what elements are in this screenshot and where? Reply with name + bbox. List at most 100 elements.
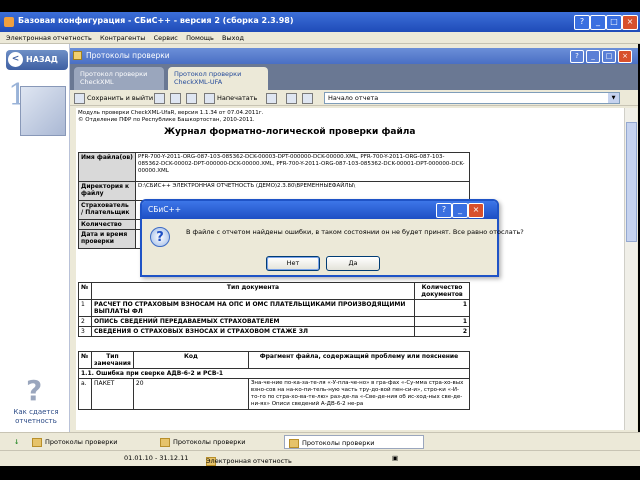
column-header: Тип документа	[91, 282, 415, 300]
question-icon: ?	[150, 227, 170, 247]
main-title-bar[interactable]: Базовая конфигурация - СБиС++ - версия 2…	[0, 12, 640, 32]
info-value: D:\СБИС++ ЭЛЕКТРОННАЯ ОТЧЕТНОСТЬ (ДЕМО)2…	[135, 181, 470, 201]
status-period: 01.01.10 - 31.12.11	[124, 454, 189, 462]
table-row: 3 СВЕДЕНИЯ О СТРАХОВЫХ ВЗНОСАХ И СТРАХОВ…	[78, 326, 470, 337]
export-button[interactable]	[170, 92, 183, 104]
table-row: Имя файла(ов) PFR-700-Y-2011-ORG-087-103…	[78, 152, 470, 182]
help-link[interactable]: Как сдается отчетность	[6, 408, 66, 426]
vertical-scrollbar[interactable]	[624, 108, 637, 430]
protocols-title: Протоколы проверки	[86, 51, 170, 60]
tab-label: CheckXML	[80, 78, 114, 86]
close-button[interactable]: ×	[622, 15, 638, 30]
yes-button[interactable]: Да	[326, 256, 380, 271]
section-select-value: Начало отчета	[328, 94, 379, 102]
inner-maximize-button[interactable]: □	[602, 50, 616, 63]
preview-icon	[266, 92, 277, 104]
status-section-label: Электронная отчетность	[206, 457, 292, 465]
row-number: 1	[78, 299, 92, 317]
window-tab[interactable]: Протоколы проверки	[156, 435, 249, 449]
app-icon	[4, 17, 14, 27]
help-question-icon[interactable]: ?	[26, 374, 42, 407]
download-icon[interactable]: ↓	[10, 435, 23, 449]
column-header: Количество документов	[414, 282, 470, 300]
inner-close-button[interactable]: ×	[618, 50, 632, 63]
dialog-close-button[interactable]: ×	[468, 203, 484, 218]
back-button[interactable]: < НАЗАД	[6, 50, 68, 70]
menu-item-exit[interactable]: Выход	[222, 32, 244, 44]
window-title: Базовая конфигурация - СБиС++ - версия 2…	[18, 16, 294, 25]
pdf-button[interactable]	[186, 92, 199, 104]
tab-label: Протокол проверки	[80, 70, 148, 78]
row-number: a.	[78, 378, 92, 410]
dialog-help-button[interactable]: ?	[436, 203, 452, 218]
save-exit-button[interactable]: Сохранить и выйти	[74, 92, 153, 104]
scrollbar-thumb[interactable]	[626, 122, 637, 242]
column-header: №	[78, 351, 92, 369]
tab-checkxml-ufa[interactable]: Протокол проверки CheckXML-UFA	[168, 67, 268, 90]
menu-item-help[interactable]: Помощь	[186, 32, 214, 44]
document-count: 1	[414, 316, 470, 327]
table-row: Директория к файлу D:\СБИС++ ЭЛЕКТРОННАЯ…	[78, 181, 470, 201]
arrow-left-icon: <	[8, 52, 23, 67]
zoom-button[interactable]	[302, 92, 315, 104]
window-tab-active[interactable]: Протоколы проверки	[284, 435, 424, 449]
tab-label: CheckXML-UFA	[174, 78, 223, 86]
window-tab[interactable]: Протоколы проверки	[28, 435, 121, 449]
confirm-dialog: СБиС++ ? _ × ? В файле с отчетом найдены…	[140, 199, 524, 277]
row-number: 2	[78, 316, 92, 327]
folder-icon	[160, 437, 170, 447]
document-type: ОПИСЬ СВЕДЕНИЙ ПЕРЕДАВАЕМЫХ СТРАХОВАТЕЛЕ…	[91, 316, 415, 327]
print-button[interactable]: Напечатать	[204, 92, 257, 104]
minimize-button[interactable]: _	[590, 15, 606, 30]
inner-help-button[interactable]: ?	[570, 50, 584, 63]
dialog-title: СБиС++	[148, 205, 182, 214]
remark-type: ПАКЕТ	[91, 378, 134, 410]
errors-table: № Тип замечания Код Фрагмент файла, соде…	[78, 351, 471, 410]
document-count: 1	[414, 299, 470, 317]
info-key: Имя файла(ов)	[78, 152, 136, 182]
help-button[interactable]: ?	[574, 15, 590, 30]
menu-item-contractors[interactable]: Контрагенты	[100, 32, 145, 44]
menu-item-service[interactable]: Сервис	[154, 32, 178, 44]
document-type: РАСЧЕТ ПО СТРАХОВЫМ ВЗНОСАМ НА ОПС И ОМС…	[91, 299, 415, 317]
module-line: Модуль проверки CheckXML-UfaR, версия 1.…	[78, 110, 264, 116]
status-bar: 01.01.10 - 31.12.11 Электронная отчетнос…	[0, 450, 640, 466]
toolbar: Сохранить и выйти Напечатать Начало отче…	[70, 90, 638, 106]
save-exit-label: Сохранить и выйти	[87, 94, 154, 102]
export-icon	[170, 92, 181, 104]
zoom-icon	[302, 92, 313, 104]
folder-icon	[289, 438, 299, 448]
menu-bar: Электронная отчетность Контрагенты Серви…	[0, 32, 640, 44]
table-row: 1 РАСЧЕТ ПО СТРАХОВЫМ ВЗНОСАМ НА ОПС И О…	[78, 299, 470, 317]
dialog-minimize-button[interactable]: _	[452, 203, 468, 218]
department-line: © Отделение ПФР по Республике Башкортост…	[78, 117, 255, 123]
tab-checkxml[interactable]: Протокол проверки CheckXML	[74, 67, 164, 90]
inner-minimize-button[interactable]: _	[586, 50, 600, 63]
column-header: Код	[132, 351, 249, 369]
remark-code: 20	[132, 378, 249, 410]
find-button[interactable]	[286, 92, 299, 104]
maximize-button[interactable]: □	[606, 15, 622, 30]
floppy-icon	[154, 92, 165, 104]
dialog-title-bar[interactable]: СБиС++ ? _ ×	[142, 201, 497, 219]
preview-button[interactable]	[266, 92, 279, 104]
save-button[interactable]	[154, 92, 167, 104]
left-panel: < НАЗАД 1 ? Как сдается отчетность	[0, 44, 70, 432]
protocols-title-bar[interactable]: Протоколы проверки ? _ □ ×	[70, 48, 638, 64]
print-label: Напечатать	[217, 94, 258, 102]
info-key: Количество	[78, 219, 136, 230]
document-count: 2	[414, 326, 470, 337]
table-row: № Тип документа Количество документов	[78, 282, 470, 300]
no-button[interactable]: Нет	[266, 256, 320, 271]
menu-item-reporting[interactable]: Электронная отчетность	[6, 32, 92, 44]
magnifier-icon	[286, 92, 297, 104]
document-type: СВЕДЕНИЯ О СТРАХОВЫХ ВЗНОСАХ И СТРАХОВОМ…	[91, 326, 415, 337]
printer-icon	[204, 92, 215, 104]
section-select[interactable]: Начало отчета ▼	[324, 92, 620, 104]
chevron-down-icon[interactable]: ▼	[608, 93, 619, 103]
back-button-label: НАЗАД	[26, 55, 58, 64]
dialog-message: В файле с отчетом найдены ошибки, в тако…	[186, 228, 524, 236]
table-row: № Тип замечания Код Фрагмент файла, соде…	[78, 351, 471, 369]
column-header: Фрагмент файла, содержащий проблему или …	[247, 351, 471, 369]
row-number: 3	[78, 326, 92, 337]
